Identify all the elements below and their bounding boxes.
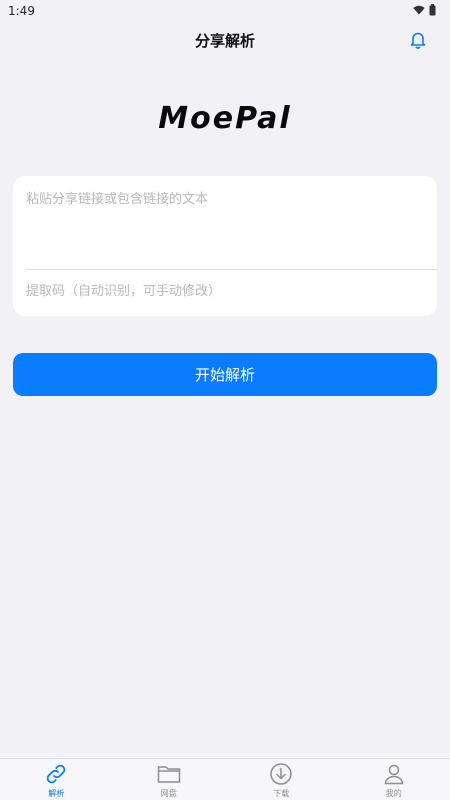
tab-label: 下载 <box>273 789 290 798</box>
tab-label: 我的 <box>385 789 402 798</box>
battery-icon <box>429 3 436 19</box>
input-card <box>13 176 437 316</box>
person-icon <box>381 761 407 787</box>
logo: MoePal <box>0 96 450 140</box>
tab-label: 解析 <box>48 789 65 798</box>
bell-icon[interactable] <box>408 30 428 50</box>
status-time: 1:49 <box>8 4 35 18</box>
status-icons <box>413 3 436 19</box>
tab-profile[interactable]: 我的 <box>338 759 450 800</box>
header: 分享解析 <box>0 22 450 58</box>
tab-cloud-drive[interactable]: 网盘 <box>113 759 226 800</box>
page-title: 分享解析 <box>194 31 255 50</box>
download-icon <box>268 761 294 787</box>
bottom-tab-bar: 解析 网盘 下载 我的 <box>0 758 450 800</box>
extraction-code-input[interactable] <box>26 278 426 304</box>
link-icon <box>43 761 69 787</box>
logo-text: MoePal <box>158 100 292 136</box>
share-link-input[interactable] <box>26 188 426 258</box>
wifi-icon <box>413 4 425 18</box>
status-bar: 1:49 <box>0 0 450 22</box>
start-parse-button[interactable]: 开始解析 <box>13 353 437 396</box>
tab-label: 网盘 <box>160 789 177 798</box>
tab-download[interactable]: 下载 <box>225 759 338 800</box>
tab-parse[interactable]: 解析 <box>0 759 113 800</box>
divider <box>26 269 437 270</box>
folder-icon <box>156 761 182 787</box>
